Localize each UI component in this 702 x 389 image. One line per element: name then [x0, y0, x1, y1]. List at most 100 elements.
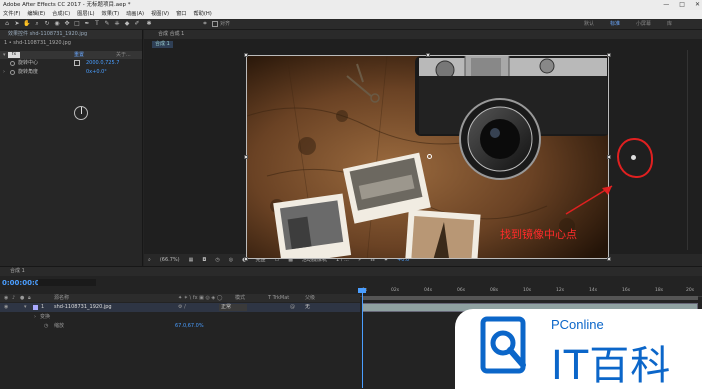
viewer-scroll-track[interactable]: [687, 50, 695, 250]
solo-icon[interactable]: ●: [20, 294, 24, 302]
col-source-name[interactable]: 源名称: [54, 294, 69, 302]
scale-value[interactable]: 67.0,67.0%: [175, 322, 204, 330]
work-area-bar[interactable]: [362, 296, 698, 300]
col-trkmat[interactable]: T TrkMat: [268, 294, 289, 302]
timeline-tab[interactable]: 合成 1: [0, 267, 702, 276]
clone-stamp-tool-icon[interactable]: ⎈: [113, 20, 121, 28]
close-button[interactable]: ✕: [695, 0, 700, 10]
selection-tool-icon[interactable]: ➤: [13, 20, 21, 28]
expand-arrow-icon[interactable]: ▾: [24, 303, 27, 312]
lock-icon[interactable]: 🔒︎: [28, 294, 31, 302]
effect-controls-tab[interactable]: 效果控件 shd-1108731_1920.jpg: [0, 30, 142, 39]
col-mode[interactable]: 模式: [235, 294, 245, 302]
pen-tool-icon[interactable]: ✒: [83, 20, 91, 28]
scale-property-row[interactable]: ◷ 缩放 67.0,67.0%: [0, 322, 360, 330]
zoom-tool-icon[interactable]: ⌕: [33, 20, 41, 28]
prop-value[interactable]: 2000.0,725.7: [86, 59, 119, 67]
workspace-small-screen[interactable]: 小屏幕: [636, 19, 651, 30]
brush-tool-icon[interactable]: ✎: [103, 20, 111, 28]
maximize-button[interactable]: □: [679, 0, 685, 10]
layer-name[interactable]: shd-1108731_1920.jpg: [54, 303, 112, 312]
transform-handle-tr[interactable]: [607, 53, 611, 57]
layer-color-label[interactable]: [33, 305, 38, 310]
transform-handle-bl[interactable]: [244, 257, 248, 261]
dial-hand: [81, 107, 82, 114]
menu-effect[interactable]: 效果(T): [102, 10, 120, 19]
menu-file[interactable]: 文件(F): [3, 10, 20, 19]
eye-icon[interactable]: ◉: [4, 294, 8, 302]
menu-window[interactable]: 窗口: [176, 10, 186, 19]
transform-handle-tl[interactable]: [244, 53, 248, 57]
stopwatch-icon[interactable]: [10, 60, 15, 66]
transform-handle-br[interactable]: [607, 257, 611, 261]
stopwatch-icon[interactable]: ◷: [44, 322, 48, 330]
workspace-library[interactable]: 库: [667, 19, 672, 30]
hand-tool-icon[interactable]: ✋: [23, 20, 31, 28]
transform-group-row[interactable]: › 变换: [0, 313, 360, 321]
layer-mode-dropdown[interactable]: 正常: [219, 304, 247, 311]
menu-composition[interactable]: 合成(C): [52, 10, 70, 19]
pan-behind-tool-icon[interactable]: ✥: [63, 20, 71, 28]
snapping-icon[interactable]: ⌗: [201, 20, 209, 28]
minimize-button[interactable]: —: [663, 0, 669, 10]
layer-parent-dropdown[interactable]: 无: [305, 303, 310, 312]
ruler-tick: 02s: [391, 288, 400, 293]
ruler-tick: 16s: [622, 288, 631, 293]
rotation-center-point[interactable]: [631, 155, 636, 160]
about-link[interactable]: 关于...: [116, 51, 131, 59]
reset-link[interactable]: 重置: [74, 51, 84, 59]
col-parent[interactable]: 父级: [305, 294, 315, 302]
roto-brush-tool-icon[interactable]: ✐: [133, 20, 141, 28]
rectangle-tool-icon[interactable]: □: [73, 20, 81, 28]
workspace-default[interactable]: 默认: [584, 19, 594, 30]
crosshair-icon[interactable]: [74, 60, 80, 66]
switches-icon[interactable]: ✦ ✶ \ fx ▣ ◎ ◈ ◯: [178, 294, 222, 302]
menu-help[interactable]: 帮助(H): [193, 10, 211, 19]
camera-tool-icon[interactable]: ◉: [53, 20, 61, 28]
timeline-search-input[interactable]: [38, 279, 96, 286]
timecode-icon[interactable]: ◷: [215, 254, 219, 266]
grid-icon[interactable]: ▦: [189, 254, 194, 266]
transform-handle-ml[interactable]: [244, 155, 248, 159]
snap-checkbox[interactable]: [212, 21, 218, 27]
transform-handle-tc[interactable]: [426, 53, 430, 57]
prop-value[interactable]: 0x+0.0°: [86, 68, 107, 76]
ruler-tick: 10s: [523, 288, 532, 293]
layer-switches-icon[interactable]: ⚙ /: [178, 303, 186, 312]
prop-label: 旋转角度: [18, 69, 39, 75]
ruler-tick: 04s: [424, 288, 433, 293]
expand-arrow-icon[interactable]: ›: [3, 68, 5, 76]
menu-view[interactable]: 视图(V): [151, 10, 169, 19]
composition-tab[interactable]: 合成 合成 1: [144, 30, 702, 39]
composition-sub-tab[interactable]: 合成 1: [152, 41, 173, 48]
anchor-point-icon[interactable]: [427, 154, 432, 159]
mask-icon[interactable]: ◘: [202, 254, 206, 266]
home-icon[interactable]: ⌂: [3, 20, 11, 28]
transform-handle-mr[interactable]: [607, 155, 611, 159]
parent-pickwhip-icon[interactable]: @: [290, 303, 295, 312]
rotate-tool-icon[interactable]: ↻: [43, 20, 51, 28]
fx-badge[interactable]: fx: [8, 52, 20, 58]
visibility-icon[interactable]: ◉: [4, 303, 8, 312]
eraser-tool-icon[interactable]: ◆: [123, 20, 131, 28]
effect-controls-layer-title: 1 • shd-1108731_1920.jpg: [4, 40, 71, 46]
scale-label: 缩放: [54, 323, 65, 329]
layer-row[interactable]: ◉ ▾ 1 shd-1108731_1920.jpg ⚙ / 正常 @ 无: [0, 303, 360, 312]
expand-arrow-icon[interactable]: ›: [34, 313, 36, 321]
audio-icon[interactable]: ♪: [12, 294, 15, 302]
magnifier-icon[interactable]: ⌕: [148, 254, 151, 266]
stopwatch-icon[interactable]: [10, 69, 15, 75]
menu-edit[interactable]: 编辑(E): [27, 10, 45, 19]
snapshot-icon[interactable]: ◎: [229, 254, 233, 266]
playhead-handle[interactable]: [358, 288, 366, 293]
collapse-arrow-icon[interactable]: ▾: [3, 51, 6, 59]
rotation-dial[interactable]: [74, 106, 88, 120]
puppet-tool-icon[interactable]: ✱: [145, 20, 153, 28]
menu-layer[interactable]: 图层(L): [77, 10, 94, 19]
menu-animation[interactable]: 动画(A): [126, 10, 144, 19]
type-tool-icon[interactable]: T: [93, 20, 101, 28]
playhead-line[interactable]: [362, 288, 363, 388]
zoom-dropdown[interactable]: (66.7%): [160, 254, 180, 266]
workspace-standard[interactable]: 标准: [610, 19, 620, 30]
annotation-arrow-icon: [565, 185, 613, 215]
